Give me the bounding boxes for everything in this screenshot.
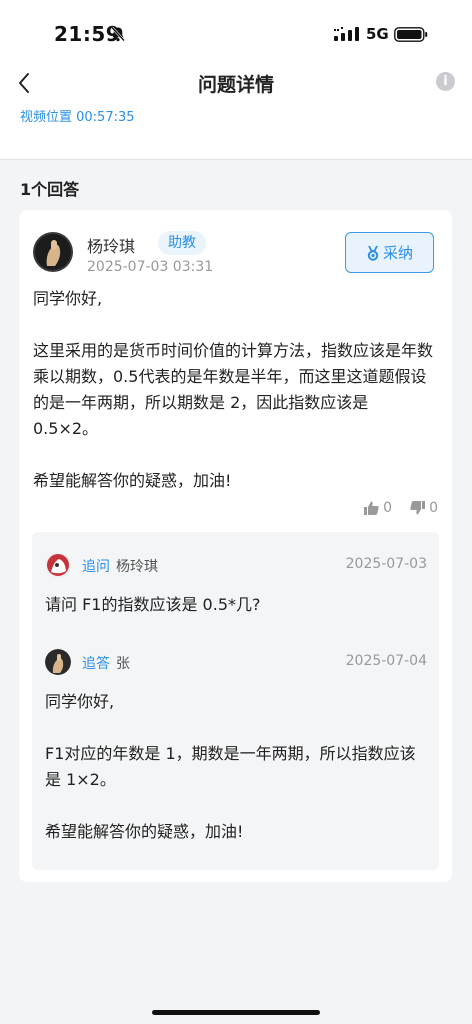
signal-icon [334, 27, 359, 41]
page-title: 问题详情 [197, 74, 274, 96]
followup-paragraph: 同学你好, [45, 692, 115, 711]
nav-bar: 问题详情 i [0, 66, 472, 100]
thumb-up-icon [364, 501, 379, 515]
dislike-button[interactable]: 0 [410, 500, 438, 516]
followup-paragraph: F1对应的年数是 1，期数是一年两期，所以指数应该是 1×2。 [45, 744, 416, 789]
dislike-count: 0 [429, 500, 438, 516]
info-icon[interactable]: i [436, 72, 455, 91]
thumb-down-icon [410, 501, 426, 515]
avatar[interactable] [45, 649, 71, 675]
followup-date: 2025-07-04 [345, 653, 427, 669]
followup-name: 杨玲琪 [116, 559, 158, 575]
answer-author: 杨玲琪 [87, 237, 136, 256]
answer-time: 2025-07-03 03:31 [87, 259, 214, 275]
like-button[interactable]: 0 [364, 500, 392, 516]
vote-bar: 0 0 [364, 500, 438, 516]
battery-icon [394, 27, 428, 42]
followup-body: 同学你好, F1对应的年数是 1，期数是一年两期，所以指数应该是 1×2。 希望… [45, 689, 430, 845]
answers-count: 1个回答 [20, 180, 80, 199]
adopt-button[interactable]: 采纳 [345, 232, 434, 273]
avatar[interactable] [45, 552, 71, 578]
followup-name: 张 [116, 656, 130, 672]
status-bar: 21:59 5G [0, 0, 472, 66]
header: 21:59 5G 问题详情 i 视频位置 00:57:35 [0, 0, 472, 160]
followup-thread: 追问 杨玲琪 2025-07-03 请问 F1的指数应该是 0.5*几? 追答 … [32, 532, 439, 870]
medal-icon [367, 245, 379, 261]
followup-kind: 追答 [82, 656, 110, 672]
video-position-link[interactable]: 视频位置 00:57:35 [20, 106, 135, 125]
followup-paragraph: 请问 F1的指数应该是 0.5*几? [45, 595, 261, 614]
followup-date: 2025-07-03 [345, 556, 427, 572]
network-label: 5G [366, 25, 389, 43]
answer-body: 同学你好, 这里采用的是货币时间价值的计算方法，指数应该是年数乘以期数，0.5代… [33, 286, 438, 494]
followup-kind: 追问 [82, 559, 110, 575]
followup-paragraph: 希望能解答你的疑惑，加油! [45, 822, 244, 841]
role-badge: 助教 [158, 231, 206, 255]
answer-card: 杨玲琪 助教 2025-07-03 03:31 采纳 同学你好, 这里采用的是货… [19, 210, 452, 882]
home-indicator[interactable] [152, 1010, 320, 1015]
bell-slash-icon [111, 26, 125, 42]
like-count: 0 [383, 500, 393, 516]
followup-body: 请问 F1的指数应该是 0.5*几? [45, 592, 430, 618]
answer-paragraph: 这里采用的是货币时间价值的计算方法，指数应该是年数乘以期数，0.5代表的是年数是… [33, 341, 434, 438]
answer-paragraph: 希望能解答你的疑惑，加油! [33, 471, 232, 490]
adopt-label: 采纳 [382, 244, 413, 262]
avatar[interactable] [33, 232, 73, 272]
answer-paragraph: 同学你好, [33, 289, 103, 308]
